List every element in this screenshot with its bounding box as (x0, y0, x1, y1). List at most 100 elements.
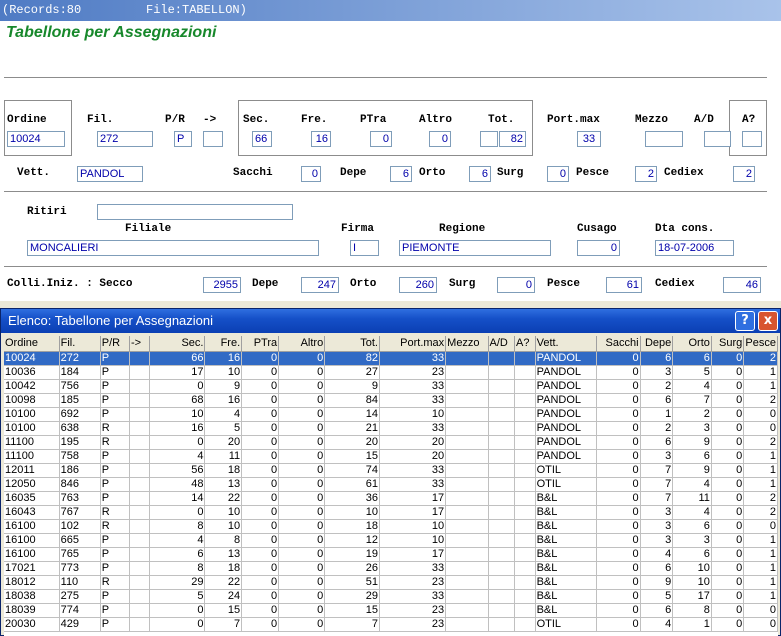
cell-tot: 9 (324, 379, 380, 394)
column-header-depe[interactable]: Depe (640, 336, 674, 352)
cell-sacchi: 0 (596, 561, 641, 576)
mezzo-field[interactable] (645, 131, 683, 147)
table-row[interactable]: 16100 102 R 8 10 0 0 18 10 B&L 0 3 6 0 0 (4, 519, 778, 534)
surg-field[interactable]: 0 (547, 166, 569, 182)
records-grid[interactable]: Ordine Fil. P/R -> Sec. Fre. PTra Altro Tot. Port… (4, 336, 778, 636)
column-header-ptra[interactable]: PTra (241, 336, 280, 352)
table-row[interactable]: 12011 186 P 56 18 0 0 74 33 OTIL 0 7 9 0 1 (4, 463, 778, 478)
table-row[interactable]: 11100 758 P 4 11 0 0 15 20 PANDOL 0 3 6 0 1 (4, 449, 778, 464)
column-header-arrow[interactable]: -> (129, 336, 151, 352)
cell-tot: 84 (324, 393, 380, 408)
cell-altro: 0 (278, 589, 326, 604)
cell-fil: 184 (59, 365, 101, 380)
cell-fre: 5 (204, 421, 243, 436)
arrow-field[interactable] (203, 131, 223, 147)
column-header-fil[interactable]: Fil. (59, 336, 101, 352)
orto-field[interactable]: 6 (469, 166, 491, 182)
depe-field[interactable]: 6 (390, 166, 412, 182)
cell-arrow (129, 505, 151, 520)
regione-field[interactable]: PIEMONTE (399, 240, 551, 256)
cell-surg: 0 (711, 407, 745, 422)
colli-orto-field[interactable]: 260 (399, 277, 437, 293)
fre-field[interactable]: 16 (311, 131, 331, 147)
sacchi-field[interactable]: 0 (301, 166, 321, 182)
column-header-pr[interactable]: P/R (100, 336, 131, 352)
pr-field[interactable]: P (174, 131, 192, 147)
portmax-field[interactable]: 33 (577, 131, 601, 147)
table-row[interactable]: 16100 665 P 4 8 0 0 12 10 B&L 0 3 3 0 1 (4, 533, 778, 548)
cell-fre: 16 (204, 351, 243, 366)
ordine-field[interactable]: 10024 (7, 131, 65, 147)
column-header-aq[interactable]: A? (514, 336, 536, 352)
colli-depe-field[interactable]: 247 (301, 277, 339, 293)
column-header-mezzo[interactable]: Mezzo (445, 336, 489, 352)
colli-cediex-field[interactable]: 46 (723, 277, 761, 293)
pesce-field[interactable]: 2 (635, 166, 657, 182)
table-row[interactable]: 18038 275 P 5 24 0 0 29 33 B&L 0 5 17 0 1 (4, 589, 778, 604)
table-row[interactable]: 11100 195 R 0 20 0 0 20 20 PANDOL 0 6 9 0 2 (4, 435, 778, 450)
table-row[interactable]: 10098 185 P 68 16 0 0 84 33 PANDOL 0 6 7 0 2 (4, 393, 778, 408)
cell-aq (514, 477, 536, 492)
cell-depe: 6 (640, 603, 674, 618)
column-header-orto[interactable]: Orto (672, 336, 712, 352)
tot-field[interactable]: 82 (499, 131, 526, 147)
cell-tot: 27 (324, 365, 380, 380)
table-row[interactable]: 18039 774 P 0 15 0 0 15 23 B&L 0 6 8 0 0 (4, 603, 778, 618)
ad-field[interactable] (704, 131, 731, 147)
column-header-sacchi[interactable]: Sacchi (596, 336, 641, 352)
cediex-field[interactable]: 2 (733, 166, 755, 182)
altro-field[interactable]: 0 (429, 131, 451, 147)
column-header-pesce[interactable]: Pesce (743, 336, 778, 352)
cell-orto: 3 (672, 533, 712, 548)
table-row[interactable]: 16100 765 P 6 13 0 0 19 17 B&L 0 4 6 0 1 (4, 547, 778, 562)
tot-prefix-field[interactable] (480, 131, 498, 147)
column-header-surg[interactable]: Surg (711, 336, 745, 352)
table-row[interactable]: 10100 692 P 10 4 0 0 14 10 PANDOL 0 1 2 0 0 (4, 407, 778, 422)
table-row[interactable]: 10036 184 P 17 10 0 0 27 23 PANDOL 0 3 5 0 1 (4, 365, 778, 380)
column-header-tot[interactable]: Tot. (324, 336, 380, 352)
table-row[interactable]: 17021 773 P 8 18 0 0 26 33 B&L 0 6 10 0 1 (4, 561, 778, 576)
cell-pr: R (100, 519, 131, 534)
table-row[interactable]: 18012 110 R 29 22 0 0 51 23 B&L 0 9 10 0 1 (4, 575, 778, 590)
firma-field[interactable]: I (350, 240, 379, 256)
ritiri-field[interactable] (97, 204, 293, 220)
filiale-field[interactable]: MONCALIERI (27, 240, 319, 256)
help-button[interactable]: ? (735, 311, 755, 331)
colli-pesce-field[interactable]: 61 (606, 277, 642, 293)
filiale-label: Filiale (125, 223, 172, 235)
cell-sacchi: 0 (596, 519, 641, 534)
cell-pesce: 2 (743, 393, 778, 408)
cell-orto: 17 (672, 589, 712, 604)
table-row[interactable]: 10024 272 P 66 16 0 0 82 33 PANDOL 0 6 6 0 2 (4, 351, 778, 366)
divider (4, 191, 767, 193)
cell-portmax: 20 (379, 435, 447, 450)
vett-field[interactable]: PANDOL (77, 166, 143, 182)
table-row[interactable]: 20030 429 P 0 7 0 0 7 23 OTIL 0 4 1 0 0 (4, 617, 778, 632)
cell-ptra: 0 (241, 547, 280, 562)
table-row[interactable]: 16043 767 R 0 10 0 0 10 17 B&L 0 3 4 0 2 (4, 505, 778, 520)
column-header-vett[interactable]: Vett. (535, 336, 598, 352)
column-header-fre[interactable]: Fre. (204, 336, 243, 352)
column-header-ordine[interactable]: Ordine (4, 336, 60, 352)
column-header-altro[interactable]: Altro (278, 336, 326, 352)
colli-secco-field[interactable]: 2955 (203, 277, 241, 293)
table-row[interactable]: 10100 638 R 16 5 0 0 21 33 PANDOL 0 2 3 0 0 (4, 421, 778, 436)
sec-field[interactable]: 66 (252, 131, 272, 147)
table-row[interactable]: 16035 763 P 14 22 0 0 36 17 B&L 0 7 11 0 2 (4, 491, 778, 506)
column-header-sec[interactable]: Sec. (149, 336, 206, 352)
cell-tot: 19 (324, 547, 380, 562)
table-row[interactable]: 12050 846 P 48 13 0 0 61 33 OTIL 0 7 4 0 1 (4, 477, 778, 492)
cell-tot: 15 (324, 603, 380, 618)
dtacons-field[interactable]: 18-07-2006 (655, 240, 734, 256)
colli-surg-field[interactable]: 0 (497, 277, 535, 293)
cell-portmax: 33 (379, 379, 447, 394)
aq-field[interactable] (742, 131, 762, 147)
close-button[interactable]: x (758, 311, 778, 331)
cusago-field[interactable]: 0 (577, 240, 620, 256)
ptra-field[interactable]: 0 (370, 131, 392, 147)
column-header-portmax[interactable]: Port.max (379, 336, 447, 352)
column-header-ad[interactable]: A/D (488, 336, 515, 352)
table-row[interactable]: 10042 756 P 0 9 0 0 9 33 PANDOL 0 2 4 0 1 (4, 379, 778, 394)
cell-altro: 0 (278, 393, 326, 408)
fil-field[interactable]: 272 (97, 131, 153, 147)
